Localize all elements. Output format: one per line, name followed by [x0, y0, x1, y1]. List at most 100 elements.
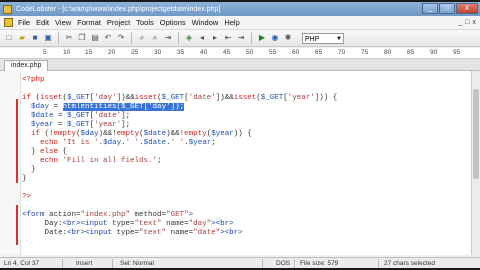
- toolbar-separator: [58, 32, 59, 44]
- code-line: <form action="index.php" method="GET">: [22, 211, 194, 219]
- tab-index-php[interactable]: index.php: [4, 60, 49, 71]
- save-all-icon[interactable]: ▣: [43, 33, 53, 43]
- code-line: }: [22, 166, 36, 174]
- menu-window[interactable]: Window: [189, 18, 222, 27]
- code-line: echo 'It is '.$day.' '.$date.' '.$year;: [40, 139, 216, 147]
- paste-icon[interactable]: ▤: [90, 33, 100, 43]
- new-file-icon[interactable]: □: [4, 33, 14, 43]
- menu-options[interactable]: Options: [157, 18, 189, 27]
- selected-text[interactable]: htmlentities($_GET['day']);: [62, 103, 185, 111]
- doc-restore-button[interactable]: □: [465, 19, 469, 26]
- find-replace-icon[interactable]: ⌕: [150, 33, 160, 43]
- copy-icon[interactable]: ❐: [77, 33, 87, 43]
- menu-tools[interactable]: Tools: [133, 18, 157, 27]
- open-folder-icon[interactable]: ▰: [17, 33, 27, 43]
- php-open-tag: <?php: [22, 76, 45, 84]
- cut-icon[interactable]: ✂: [64, 33, 74, 43]
- line-gutter: [0, 71, 21, 255]
- redo-icon[interactable]: ↷: [116, 33, 126, 43]
- file-size: File size: 579: [300, 260, 339, 267]
- selection-mode: Sel: Normal: [120, 260, 154, 267]
- toolbar-separator: [251, 32, 252, 44]
- selected-chars: 27 chars selected: [384, 260, 435, 267]
- scrollbar-thumb[interactable]: [473, 89, 479, 179]
- run-icon[interactable]: ▶: [257, 33, 267, 43]
- minimize-button[interactable]: _: [422, 3, 438, 14]
- menu-view[interactable]: View: [52, 18, 74, 27]
- window-controls: _ □ X: [422, 3, 478, 14]
- browser-icon[interactable]: ◉: [270, 33, 280, 43]
- ruler-number: 75: [361, 49, 369, 56]
- menu-bar: File Edit View Format Project Tools Opti…: [0, 16, 480, 30]
- ruler-number: 25: [131, 49, 139, 56]
- ruler-number: 90: [430, 49, 438, 56]
- menu-help[interactable]: Help: [221, 18, 242, 27]
- doc-close-button[interactable]: x: [473, 19, 477, 26]
- code-line: } else {: [22, 148, 68, 156]
- doc-minimize-button[interactable]: _: [458, 19, 462, 26]
- code-line: Date:<br><input type="text" name="date">…: [22, 229, 243, 237]
- ruler-number: 85: [407, 49, 415, 56]
- language-select[interactable]: PHP ▼: [302, 32, 344, 44]
- code-line: echo 'Fill in all fields.';: [40, 157, 162, 165]
- app-icon: [3, 4, 12, 14]
- code-line: $year = $_GET['year'];: [31, 121, 131, 129]
- code-editor[interactable]: <?php if (isset($_GET['day'])&&isset($_G…: [0, 71, 472, 255]
- document-window-controls: _ □ x: [458, 19, 476, 26]
- fold-marker: [16, 99, 18, 183]
- code-line: Day:<br><input type="text" name="day"><b…: [22, 220, 234, 228]
- ruler-number: 65: [315, 49, 323, 56]
- status-divider: [62, 259, 63, 268]
- application-window: CodeLobster - [c:\wamp\www\index.php\pro…: [0, 2, 480, 268]
- vertical-scrollbar[interactable]: [471, 71, 480, 255]
- code-line: if (isset($_GET['day'])&&isset($_GET['da…: [22, 94, 338, 102]
- bookmark-icon[interactable]: ◈: [184, 33, 194, 43]
- outdent-icon[interactable]: ⇥: [236, 33, 246, 43]
- status-divider: [294, 259, 295, 268]
- insert-mode: Insert: [76, 260, 93, 267]
- status-divider: [112, 259, 113, 268]
- cursor-position: Ln 4, Col 37: [4, 260, 40, 267]
- chevron-down-icon: ▼: [336, 35, 342, 42]
- ruler-number: 55: [269, 49, 277, 56]
- status-divider: [262, 259, 263, 268]
- ruler-number: 10: [63, 49, 71, 56]
- menu-project[interactable]: Project: [104, 18, 133, 27]
- ruler-number: 20: [108, 49, 116, 56]
- bookmark-next-icon[interactable]: ▸: [210, 33, 220, 43]
- line-ending: DOS: [276, 260, 291, 267]
- ruler-number: 40: [200, 49, 208, 56]
- find-icon[interactable]: ⌕: [137, 33, 147, 43]
- maximize-button[interactable]: □: [439, 3, 455, 14]
- status-bar: Ln 4, Col 37 Insert Sel: Normal DOS File…: [0, 257, 480, 268]
- bookmark-prev-icon[interactable]: ◂: [197, 33, 207, 43]
- language-select-value: PHP: [305, 35, 320, 43]
- toolbar-separator: [131, 32, 132, 44]
- ruler-number: 70: [338, 49, 346, 56]
- toolbar-separator: [178, 32, 179, 44]
- menu-file[interactable]: File: [15, 18, 33, 27]
- title-bar[interactable]: CodeLobster - [c:\wamp\www\index.php\pro…: [0, 2, 480, 16]
- menu-edit[interactable]: Edit: [33, 18, 52, 27]
- ruler-number: 5: [43, 49, 47, 56]
- code-line: $date = $_GET['date'];: [31, 112, 131, 120]
- save-icon[interactable]: ■: [30, 33, 40, 43]
- goto-icon[interactable]: ⇥: [163, 33, 173, 43]
- code-line: ?>: [22, 193, 31, 202]
- ruler-number: 60: [292, 49, 300, 56]
- undo-icon[interactable]: ↶: [103, 33, 113, 43]
- file-tab-bar: index.php: [0, 59, 480, 71]
- document-icon[interactable]: [4, 18, 13, 27]
- fold-marker: [16, 205, 18, 245]
- ruler-number: 45: [223, 49, 231, 56]
- status-divider: [378, 259, 379, 268]
- close-button[interactable]: X: [456, 3, 478, 14]
- debug-icon[interactable]: ✱: [283, 33, 293, 43]
- php-close-tag: ?>: [22, 193, 32, 201]
- ruler-number: 15: [85, 49, 93, 56]
- column-ruler: 5 10 15 20 25 30 35 40 45 50 55 60 65 70…: [0, 48, 480, 59]
- menu-format[interactable]: Format: [74, 18, 104, 27]
- indent-icon[interactable]: ⇤: [223, 33, 233, 43]
- ruler-number: 80: [384, 49, 392, 56]
- code-line: if (!empty($day)&&!empty($date)&&!empty(…: [31, 130, 252, 138]
